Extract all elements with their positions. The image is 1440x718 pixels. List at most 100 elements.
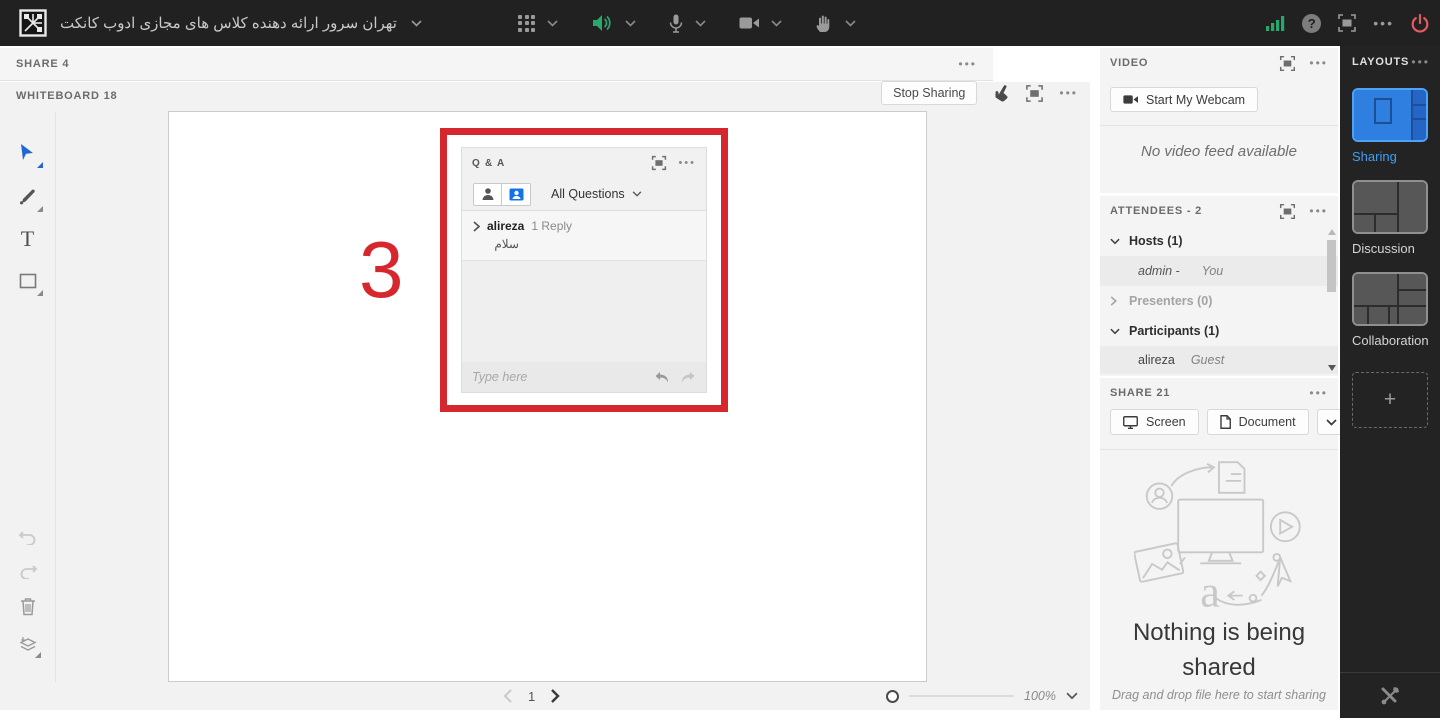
attendees-group-participants[interactable]: Participants (1) [1100,316,1338,346]
arrange-layers-tool[interactable] [17,634,41,658]
stop-sharing-button[interactable]: Stop Sharing [881,81,978,105]
pods-menu[interactable] [518,14,558,32]
zoom-slider-handle[interactable] [886,689,900,703]
share21-pod-title: SHARE 21 [1110,387,1171,399]
qa-pod-header: Q & A ••• [462,148,706,178]
room-title-menu[interactable]: تهران سرور ارائه دهنده کلاس های مجازی اد… [60,0,422,46]
qa-type-here-input[interactable] [472,370,644,384]
qa-view-presenter-icon[interactable] [502,182,531,206]
layout-sharing-label[interactable]: Sharing [1352,149,1397,164]
share-pod-options-icon[interactable]: ••• [958,58,977,70]
page-number: 1 [528,688,536,704]
forward-icon[interactable] [680,371,696,384]
fullscreen-icon[interactable] [1279,55,1296,72]
layout-discussion-thumbnail[interactable] [1352,180,1428,234]
add-layout-button[interactable]: + [1352,372,1428,428]
whiteboard-annotation-number: 3 [359,225,404,314]
qa-question-author: alireza [487,219,525,233]
video-pod-options-icon[interactable]: ••• [1309,57,1328,69]
video-pod-header: VIDEO ••• [1100,48,1338,78]
qa-empty-area [462,261,706,362]
more-options-icon[interactable]: ••• [1373,16,1394,30]
whiteboard-bottom-bar: 1 100% [0,682,1090,710]
attendee-row-alireza[interactable]: alireza Guest [1100,346,1338,374]
share-screen-button[interactable]: Screen [1110,409,1199,435]
webcam-icon [739,17,759,29]
attendees-pod-options-icon[interactable]: ••• [1309,205,1328,217]
fullscreen-icon[interactable] [1025,84,1044,103]
share-illustration: a [1134,461,1301,614]
webcam-control[interactable] [739,16,782,30]
attendees-pod: ATTENDEES - 2 ••• Hosts (1) admin - You … [1100,196,1338,376]
redo-icon[interactable] [18,563,38,579]
whiteboard-title: WHITEBOARD 18 [16,90,118,102]
attendees-scrollbar[interactable] [1326,226,1337,374]
shape-tool[interactable] [15,268,43,296]
manage-tools-icon[interactable] [1379,685,1401,707]
nothing-shared-message: Nothing is being shared [1132,619,1306,681]
webcam-icon [1123,95,1138,104]
qa-question-item[interactable]: alireza 1 Reply سلام [462,211,706,261]
layouts-options-icon[interactable]: ••• [1411,56,1430,68]
attendees-pod-title: ATTENDEES - 2 [1110,205,1203,217]
scroll-up-icon[interactable] [1327,229,1336,235]
microphone-control[interactable] [669,14,706,33]
attendees-group-presenters[interactable]: Presenters (0) [1100,286,1338,316]
meeting-controls [518,0,874,46]
document-icon [1219,415,1231,429]
zoom-slider-track[interactable] [909,695,1015,697]
connection-status-icon[interactable] [1266,15,1286,31]
start-webcam-button[interactable]: Start My Webcam [1110,87,1259,112]
layout-collaboration-thumbnail[interactable] [1352,272,1428,326]
pointer-hand-icon[interactable] [992,84,1010,102]
share21-pod-options-icon[interactable]: ••• [1309,387,1328,399]
qa-view-attendee-icon[interactable] [473,182,502,206]
chevron-down-icon [411,19,422,27]
power-exit-icon[interactable] [1410,13,1430,34]
whiteboard-canvas[interactable]: 3 Q & A ••• All Questions alireza 1 Repl… [168,111,927,682]
raise-hand-control[interactable] [815,14,856,33]
raise-hand-icon [816,14,830,32]
text-tool[interactable]: T [15,226,41,252]
scroll-down-icon[interactable] [1327,365,1336,371]
attendee-row-admin[interactable]: admin - You [1100,256,1338,286]
layout-collaboration-label[interactable]: Collaboration [1352,333,1429,348]
qa-filter-dropdown[interactable]: All Questions [551,187,642,201]
speaker-icon [593,15,611,31]
chevron-down-icon [625,19,636,27]
undo-icon[interactable] [18,529,38,545]
qa-toolbar: All Questions [462,178,706,211]
layouts-panel: LAYOUTS ••• Sharing Discussion Collabora… [1340,46,1440,718]
qa-pod-options-icon[interactable]: ••• [678,157,696,169]
whiteboard-options-icon[interactable]: ••• [1059,87,1078,99]
fullscreen-icon[interactable] [1337,13,1357,33]
chevron-down-icon[interactable] [1066,692,1078,700]
next-page-icon[interactable] [551,689,560,703]
share-pod-header: SHARE 4 ••• [0,48,993,81]
speaker-control[interactable] [591,14,636,32]
chevron-right-icon[interactable] [473,220,480,232]
attendees-group-hosts[interactable]: Hosts (1) [1100,226,1338,256]
fullscreen-icon[interactable] [1279,203,1296,220]
qa-reply-count: 1 Reply [531,219,573,233]
chevron-right-icon [1110,296,1117,306]
share-document-button[interactable]: Document [1206,409,1309,435]
scrollbar-thumb[interactable] [1327,240,1336,292]
chevron-down-icon [1326,418,1337,426]
previous-page-icon[interactable] [503,689,512,703]
chevron-down-icon [771,19,782,27]
dragdrop-hint: Drag and drop file here to start sharing [1111,688,1326,702]
select-tool[interactable] [15,140,43,168]
fullscreen-icon[interactable] [651,155,667,171]
reply-icon[interactable] [654,371,670,384]
video-empty-message: No video feed available [1141,143,1297,160]
layout-discussion-label[interactable]: Discussion [1352,241,1415,256]
qa-question-text: سلام [494,237,519,251]
help-icon[interactable]: ? [1302,13,1322,33]
adobe-connect-logo-icon[interactable] [19,9,47,37]
chevron-down-icon [695,19,706,27]
marker-tool[interactable] [15,184,43,212]
layout-sharing-thumbnail[interactable] [1352,88,1428,142]
delete-icon[interactable] [20,597,36,616]
chevron-down-icon [1110,328,1120,334]
